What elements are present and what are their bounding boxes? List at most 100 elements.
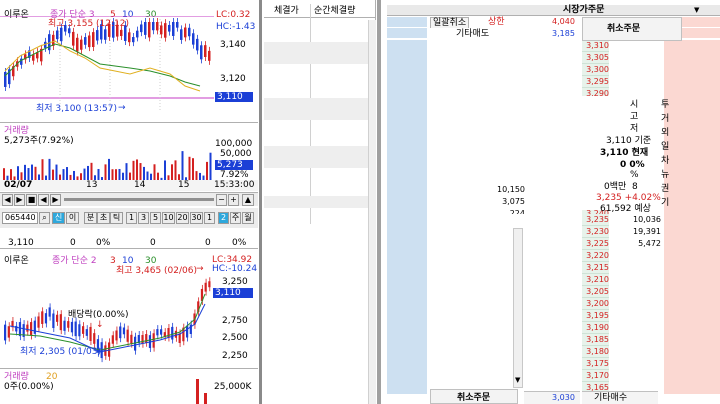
buy-price[interactable]: 3,230 [582,227,609,237]
x-tick-1: 13 [86,180,98,190]
bun-button[interactable]: 분 [84,212,97,224]
interval-3[interactable]: 3 [138,212,149,224]
sell-price[interactable]: 3,295 [582,77,609,87]
play-button[interactable]: ▶ [14,194,25,206]
wol-button[interactable]: 월 [242,212,254,224]
candle [152,22,155,31]
buy-row[interactable]: 3,210 [387,274,720,286]
buy-price[interactable]: 3,220 [582,251,609,261]
orderbook-summary: 시 고 저 3,110 기준 3,110 현재 0 0% % 0백만 8 3,2… [582,96,661,214]
ju-button[interactable]: 주 [230,212,241,224]
sin-button[interactable]: 신 [52,212,65,224]
sell-row[interactable]: 3,300 [387,64,720,76]
interval-5[interactable]: 5 [150,212,161,224]
sell-price[interactable]: 3,300 [582,65,609,75]
buy-price[interactable]: 3,225 [582,239,609,249]
buy-row[interactable]: 3,200 [387,298,720,310]
buy-row[interactable]: 3,190 [387,322,720,334]
buy-row[interactable]: 3,185 [387,334,720,346]
interval-30[interactable]: 30 [190,212,203,224]
buy-price[interactable]: 3,200 [582,299,609,309]
daily-y-tick-1: 3,250 [222,277,248,287]
buy-row[interactable]: 3,170 [387,370,720,382]
y-tick-2: 3,120 [220,74,246,84]
period-select[interactable]: 2 [218,212,229,224]
side-tab-1[interactable]: 투 [661,100,669,110]
buy-row[interactable]: 3,215 [387,262,720,274]
info-change: 0 [70,238,76,248]
chart-scroll-slider[interactable] [64,198,214,201]
buy-row[interactable]: 3,175 [387,358,720,370]
buy-price[interactable]: 3,195 [582,311,609,321]
interval-1[interactable]: 1 [126,212,137,224]
play-back-button[interactable]: ◀ [2,194,13,206]
step-back-button[interactable]: ◀ [38,194,49,206]
orderbook-dropdown-icon[interactable]: ▼ [694,5,699,15]
candle [156,329,159,336]
buy-qty: 10,036 [633,215,661,224]
buy-price[interactable]: 3,205 [582,287,609,297]
buy-row[interactable]: 3,230 19,391 [387,226,720,238]
panel-divider[interactable] [259,0,262,404]
buy-price[interactable]: 3,175 [582,359,609,369]
info-price: 3,110 [8,238,34,248]
buy-row[interactable]: 3,220 [387,250,720,262]
scroll-down-icon[interactable]: ▼ [515,375,520,385]
stock-code-input[interactable]: 065440 [2,212,38,224]
buy-row[interactable]: 3,205 [387,286,720,298]
candle [26,324,29,332]
sell-row[interactable]: 3,305 [387,52,720,64]
sell-row[interactable]: 3,310 [387,40,720,52]
side-tab-8[interactable]: 기 [661,198,669,208]
search-icon[interactable]: ⌕ [39,212,50,224]
upper-limit-price: 4,040 [552,17,575,26]
i-button[interactable]: 이 [66,212,79,224]
daily-high-label: 최고 3,465 (02/06) [116,266,198,276]
trade-scrollbar[interactable] [368,20,376,404]
scroll-up-button[interactable]: ▲ [242,194,254,206]
buy-price[interactable]: 3,215 [582,263,609,273]
candle [140,24,143,33]
volume-title: 거래량 [4,126,29,136]
candle [78,324,81,337]
daily-chart[interactable]: 이루온 종가 단순 2 3 10 30 LC:34.92 HC:-10.24 최… [0,252,258,366]
zoom-in-button[interactable]: + [228,194,239,206]
interval-1-b[interactable]: 1 [204,212,215,224]
buy-price[interactable]: 3,235 [582,215,609,225]
tick-button[interactable]: 틱 [110,212,123,224]
volume-current-tag: 5,273 [215,160,253,170]
buy-price[interactable]: 3,185 [582,335,609,345]
buy-price[interactable]: 3,210 [582,275,609,285]
zoom-out-button[interactable]: − [216,194,227,206]
buy-price[interactable]: 3,190 [582,323,609,333]
cancel-order-top[interactable]: 취소주문 [582,17,682,41]
buy-row[interactable]: 3,180 [387,346,720,358]
sell-price[interactable]: 3,310 [582,41,609,51]
cho-button[interactable]: 초 [97,212,110,224]
intraday-chart[interactable]: 이루온 종가 단순 3 5 10 30 LC:0.32 HC:-1.43 최고 … [0,6,258,120]
buy-row[interactable]: 3,235 10,036 [387,214,720,226]
buy-row[interactable]: 3,225 5,472 [387,238,720,250]
buy-row[interactable]: 3,195 [387,310,720,322]
interval-10[interactable]: 10 [162,212,175,224]
candle [4,324,7,341]
buy-price[interactable]: 3,180 [582,347,609,357]
trade-stripe [264,196,376,208]
daily-volume-bar [196,379,199,404]
side-tab-4[interactable]: 일 [661,142,669,152]
candle [174,330,178,338]
orderbook-scrollbar[interactable]: ▼ [513,228,523,388]
cancel-order-bottom[interactable]: 취소주문 [430,389,518,404]
sell-row[interactable]: 3,295 [387,76,720,88]
interval-20[interactable]: 20 [176,212,189,224]
stop-button[interactable]: ■ [26,194,37,206]
side-tab-3[interactable]: 외 [661,128,669,138]
side-tab-6[interactable]: 뉴 [661,170,669,180]
sell-price[interactable]: 3,305 [582,53,609,63]
step-forward-button[interactable]: ▶ [50,194,61,206]
side-tab-5[interactable]: 차 [661,156,669,166]
side-tab-7[interactable]: 권 [661,184,669,194]
volume-bar [17,166,19,181]
side-tab-2[interactable]: 거 [661,114,669,124]
buy-price[interactable]: 3,170 [582,371,609,381]
